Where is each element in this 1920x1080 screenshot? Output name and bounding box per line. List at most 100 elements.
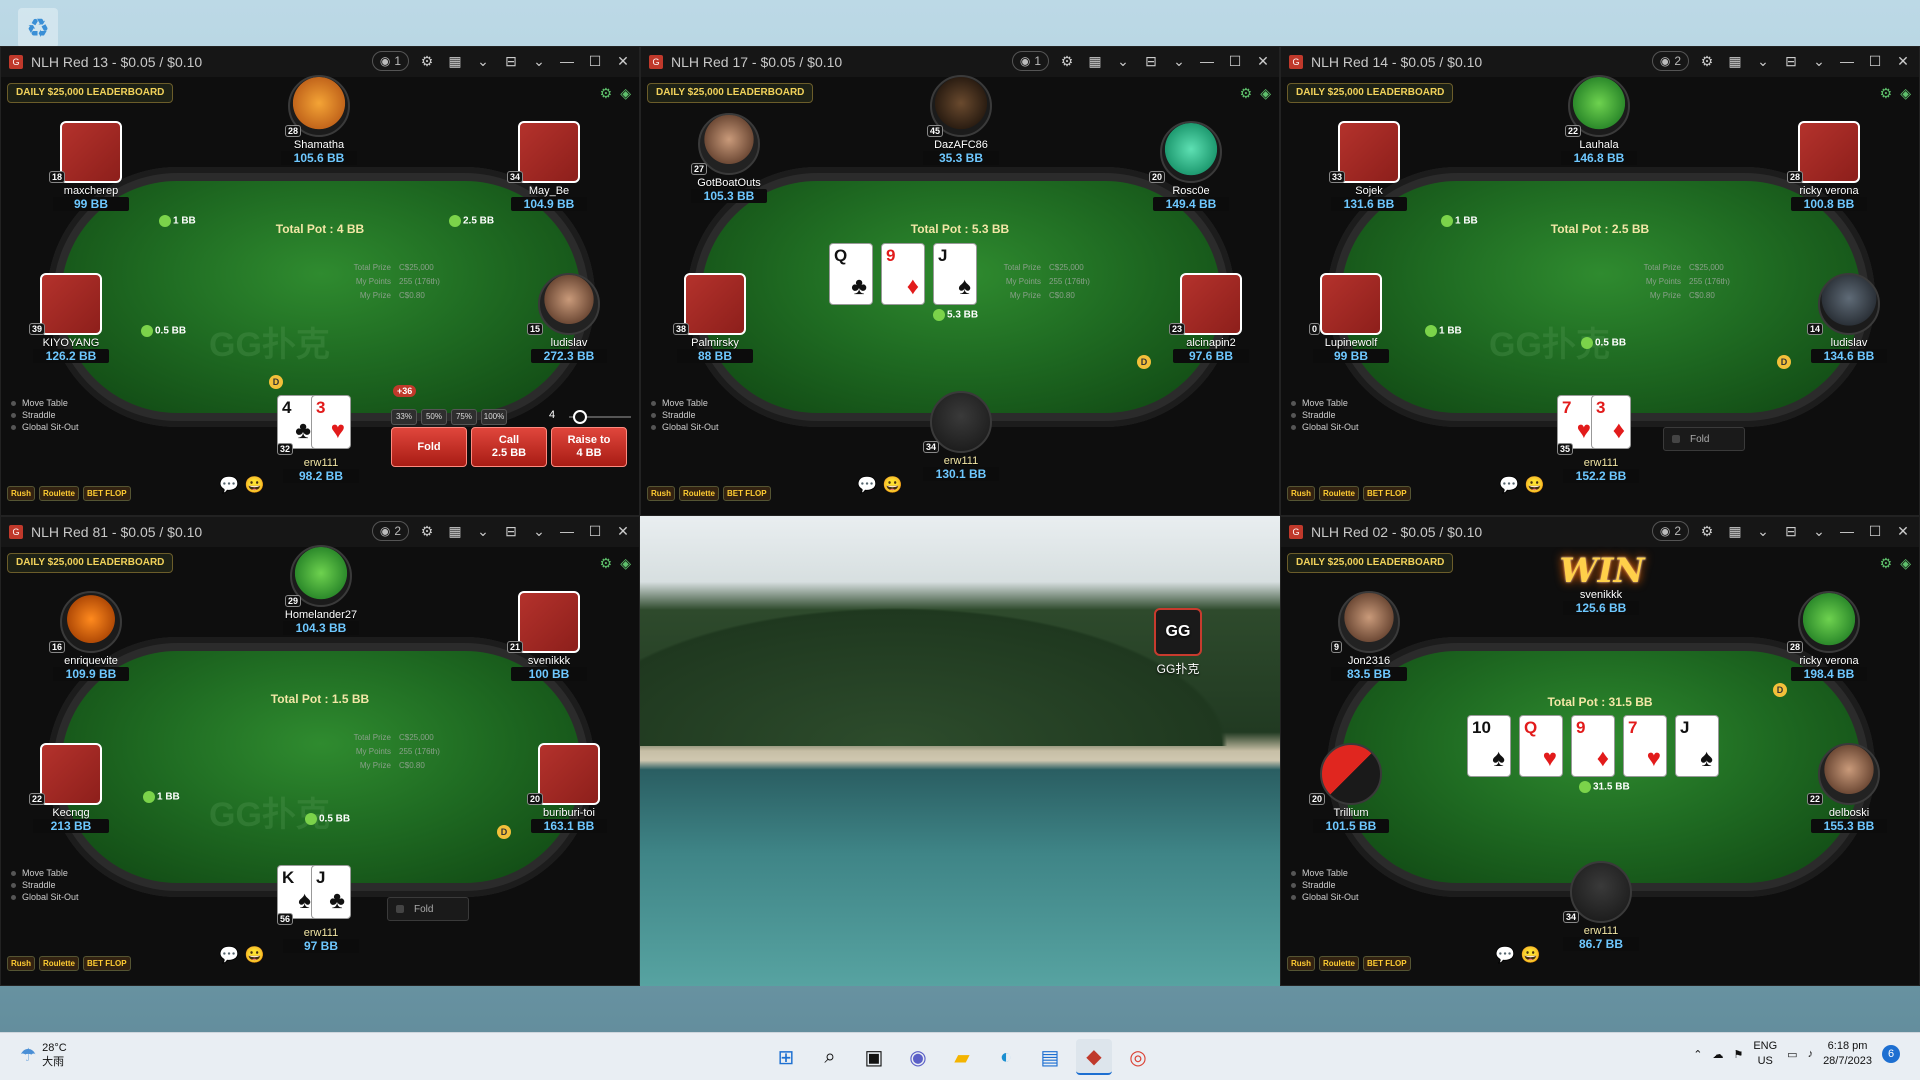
minimize-button[interactable]: — (1197, 53, 1217, 69)
move-table-option[interactable]: Move Table (651, 397, 719, 409)
close-button[interactable]: ✕ (613, 53, 633, 70)
emoji-icon[interactable]: 😀 (1525, 475, 1545, 495)
emoji-icon[interactable]: 😀 (245, 475, 265, 495)
edge-icon[interactable]: ◐ (988, 1039, 1024, 1075)
table-window-red81[interactable]: G NLH Red 81 - $0.05 / $0.10 ◉ 2 ⚙ ▦ ⌄ ⊟ … (0, 516, 640, 986)
leaderboard-badge[interactable]: DAILY $25,000 LEADERBOARD (1287, 83, 1454, 103)
roulette-icon[interactable]: Roulette (679, 486, 719, 501)
chevron-down-icon[interactable]: ⌄ (1753, 523, 1773, 540)
seat-bottom-right[interactable]: 22 delboski 155.3 BB (1801, 743, 1897, 833)
bet-amount-input[interactable]: 4 (549, 409, 555, 421)
emoji-icon[interactable]: 😀 (883, 475, 903, 495)
pre-fold-checkbox[interactable]: Fold (1663, 427, 1745, 451)
seat-bottom-right[interactable]: 23 alcinapin2 97.6 BB (1163, 273, 1259, 363)
settings-gear-icon[interactable]: ⚙ (417, 53, 437, 70)
move-table-option[interactable]: Move Table (11, 867, 79, 879)
straddle-option[interactable]: Straddle (1291, 409, 1359, 421)
clock[interactable]: 6:18 pm 28/7/2023 (1823, 1039, 1872, 1069)
settings-icon[interactable]: ⚙ (600, 85, 613, 102)
seat-bottom-right[interactable]: 15 ludislav 272.3 BB (521, 273, 617, 363)
info-icon[interactable]: ◈ (620, 555, 631, 572)
seat-top[interactable]: 28 Shamatha 105.6 BB (271, 75, 367, 165)
window-titlebar[interactable]: G NLH Red 81 - $0.05 / $0.10 ◉ 2 ⚙ ▦ ⌄ ⊟ … (1, 517, 639, 547)
maximize-button[interactable]: ☐ (1865, 53, 1885, 70)
minimize-button[interactable]: — (1837, 523, 1857, 539)
volume-icon[interactable]: ♪ (1808, 1048, 1814, 1060)
seat-bottom-left[interactable]: 20 Trillium 101.5 BB (1303, 743, 1399, 833)
seat-bottom-right[interactable]: 14 ludislav 134.6 BB (1801, 273, 1897, 363)
search-icon[interactable]: ⌕ (812, 1039, 848, 1075)
settings-gear-icon[interactable]: ⚙ (1057, 53, 1077, 70)
slider-knob[interactable] (573, 410, 587, 424)
task-view-icon[interactable]: ▣ (856, 1039, 892, 1075)
close-button[interactable]: ✕ (1253, 53, 1273, 70)
leaderboard-badge[interactable]: DAILY $25,000 LEADERBOARD (1287, 553, 1454, 573)
seat-top[interactable]: 45 DazAFC86 35.3 BB (913, 75, 1009, 165)
raise-button[interactable]: Raise to 4 BB (551, 427, 627, 467)
sit-out-option[interactable]: Global Sit-Out (11, 891, 79, 903)
seat-top-right[interactable]: 34 May_Be 104.9 BB (501, 121, 597, 211)
sit-out-option[interactable]: Global Sit-Out (651, 421, 719, 433)
maximize-button[interactable]: ☐ (585, 53, 605, 70)
seat-top[interactable]: svenikkk 125.6 BB (1553, 587, 1649, 615)
chevron-down-icon[interactable]: ⌄ (1809, 523, 1829, 540)
seat-top-left[interactable]: 18 maxcherep 99 BB (43, 121, 139, 211)
leaderboard-badge[interactable]: DAILY $25,000 LEADERBOARD (7, 553, 174, 573)
table-view-icon[interactable]: ⊟ (1781, 523, 1801, 540)
seat-top-left[interactable]: 27 GotBoatOuts 105.3 BB (681, 113, 777, 203)
window-titlebar[interactable]: G NLH Red 13 - $0.05 / $0.10 ◉ 1 ⚙ ▦ ⌄ ⊟ … (1, 47, 639, 77)
info-icon[interactable]: ◈ (1260, 85, 1271, 102)
size-100-button[interactable]: 100% (481, 409, 507, 425)
store-icon[interactable]: ▤ (1032, 1039, 1068, 1075)
size-75-button[interactable]: 75% (451, 409, 477, 425)
minimize-button[interactable]: — (557, 523, 577, 539)
seat-top-right[interactable]: 20 Rosc0e 149.4 BB (1143, 121, 1239, 211)
straddle-option[interactable]: Straddle (11, 879, 79, 891)
chat-icon[interactable]: 💬 (857, 475, 877, 495)
maximize-button[interactable]: ☐ (1225, 53, 1245, 70)
bet-slider[interactable] (569, 409, 631, 425)
chevron-down-icon[interactable]: ⌄ (1753, 53, 1773, 70)
window-titlebar[interactable]: G NLH Red 14 - $0.05 / $0.10 ◉ 2 ⚙ ▦ ⌄ ⊟ … (1281, 47, 1919, 77)
chevron-down-icon[interactable]: ⌄ (1809, 53, 1829, 70)
call-button[interactable]: Call 2.5 BB (471, 427, 547, 467)
table-view-icon[interactable]: ⊟ (501, 523, 521, 540)
recycle-bin-icon[interactable]: ♻ (18, 8, 58, 48)
roulette-icon[interactable]: Roulette (39, 956, 79, 971)
info-icon[interactable]: ◈ (1900, 555, 1911, 572)
chat-app-icon[interactable]: ◉ (900, 1039, 936, 1075)
language-indicator[interactable]: ENG US (1753, 1039, 1777, 1069)
gg-poker-icon[interactable]: ◆ (1076, 1039, 1112, 1075)
close-button[interactable]: ✕ (613, 523, 633, 540)
rush-icon[interactable]: Rush (1287, 956, 1315, 971)
leaderboard-badge[interactable]: DAILY $25,000 LEADERBOARD (7, 83, 174, 103)
emoji-icon[interactable]: 😀 (245, 945, 265, 965)
notification-badge[interactable]: 6 (1882, 1045, 1900, 1063)
seat-top[interactable]: 22 Lauhala 146.8 BB (1551, 75, 1647, 165)
emoji-icon[interactable]: 😀 (1521, 945, 1541, 965)
info-icon[interactable]: ◈ (1900, 85, 1911, 102)
betflop-icon[interactable]: BET FLOP (1363, 956, 1411, 971)
seat-bottom-left[interactable]: 0 Lupinewolf 99 BB (1303, 273, 1399, 363)
seat-bottom-left[interactable]: 39 KIYOYANG 126.2 BB (23, 273, 119, 363)
chevron-down-icon[interactable]: ⌄ (473, 523, 493, 540)
close-button[interactable]: ✕ (1893, 53, 1913, 70)
chat-icon[interactable]: 💬 (1495, 945, 1515, 965)
seat-top-right[interactable]: 28 ricky verona 198.4 BB (1781, 591, 1877, 681)
rush-icon[interactable]: Rush (7, 956, 35, 971)
observers-pill[interactable]: ◉ 2 (1651, 521, 1689, 541)
table-window-red02[interactable]: G NLH Red 02 - $0.05 / $0.10 ◉ 2 ⚙ ▦ ⌄ ⊟ … (1280, 516, 1920, 986)
table-view-icon[interactable]: ⊟ (501, 53, 521, 70)
settings-icon[interactable]: ⚙ (1240, 85, 1253, 102)
seat-top-left[interactable]: 33 Sojek 131.6 BB (1321, 121, 1417, 211)
straddle-option[interactable]: Straddle (1291, 879, 1359, 891)
betflop-icon[interactable]: BET FLOP (1363, 486, 1411, 501)
seat-top-right[interactable]: 21 svenikkk 100 BB (501, 591, 597, 681)
seat-top-left[interactable]: 9 Jon2316 83.5 BB (1321, 591, 1417, 681)
sit-out-option[interactable]: Global Sit-Out (1291, 891, 1359, 903)
betflop-icon[interactable]: BET FLOP (83, 956, 131, 971)
table-window-red14[interactable]: G NLH Red 14 - $0.05 / $0.10 ◉ 2 ⚙ ▦ ⌄ ⊟ … (1280, 46, 1920, 516)
observers-pill[interactable]: ◉ 1 (1011, 51, 1049, 71)
window-titlebar[interactable]: G NLH Red 17 - $0.05 / $0.10 ◉ 1 ⚙ ▦ ⌄ ⊟ … (641, 47, 1279, 77)
size-50-button[interactable]: 50% (421, 409, 447, 425)
